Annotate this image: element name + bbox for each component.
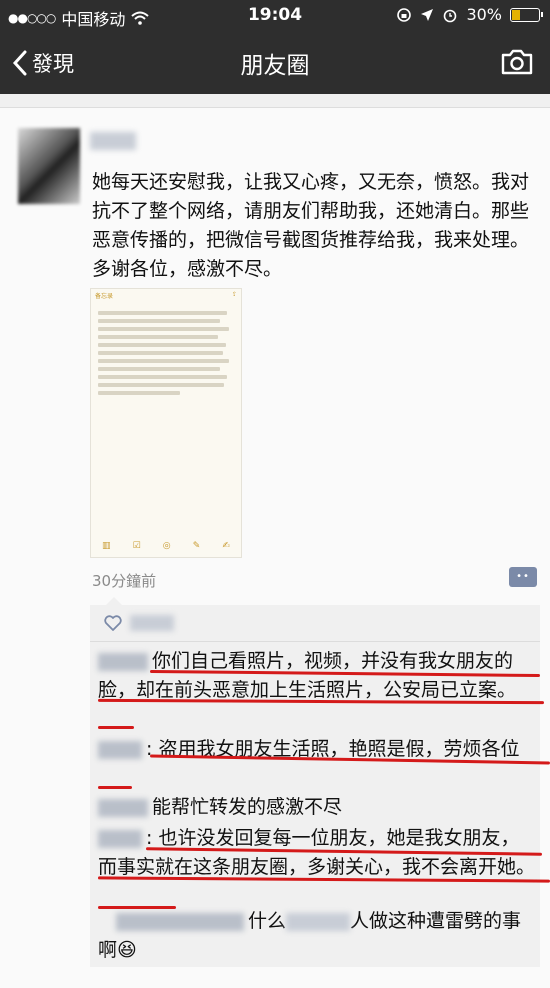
image-header: 备忘录 ⇪ [91, 289, 241, 303]
page-title: 朋友圈 [240, 53, 310, 79]
post-image[interactable]: 备忘录 ⇪ ▥ ☑ ◎ ✎ ✍ [90, 288, 242, 558]
post-timestamp: 30分鐘前 [92, 572, 157, 590]
image-back-label: 备忘录 [95, 293, 114, 300]
commenter-name-blurred[interactable] [98, 740, 142, 759]
grin-emoji-icon: 😆 [117, 939, 137, 961]
avatar[interactable] [18, 128, 80, 204]
checklist-icon: ☑ [132, 541, 141, 551]
photo-icon: ◎ [162, 541, 171, 551]
comments-box: 你们自己看照片，视频，并没有我女朋友的脸，却在前头恶意加上生活照片，公安局已立案… [90, 597, 540, 967]
blurred-word [286, 912, 351, 931]
moment-post: 她每天还安慰我，让我又心疼，又无奈，愤怒。我对抗不了整个网络，请朋友们帮助我，还… [0, 108, 550, 988]
likes-row [104, 615, 174, 631]
commenter-name-blurred[interactable] [98, 652, 148, 671]
red-underline [98, 906, 176, 909]
comment-item[interactable]: 能帮忙转发的感激不尽 [98, 793, 538, 822]
compose-icon: ✍ [222, 541, 230, 551]
heart-icon [104, 615, 122, 631]
post-text: 她每天还安慰我，让我又心疼，又无奈，愤怒。我对抗不了整个网络，请朋友们帮助我，还… [92, 171, 530, 280]
rotation-lock-icon [397, 7, 412, 22]
status-bar: ●●○○○ 中国移动 19:04 30% [0, 0, 550, 30]
comment-text-a: 什么 [248, 910, 287, 932]
pen-icon: ✎ [192, 541, 201, 551]
alarm-icon [444, 9, 457, 22]
likes-divider [90, 641, 540, 642]
red-underline [98, 726, 134, 729]
image-text-lines [91, 303, 241, 407]
red-underline [98, 786, 132, 789]
status-right: 30% [396, 5, 543, 24]
image-toolbar: ▥ ☑ ◎ ✎ ✍ [91, 541, 241, 551]
commenter-name-blurred[interactable] [98, 829, 142, 848]
commenter-name-blurred[interactable] [98, 798, 148, 817]
comment-item[interactable]: 什么 人做这种遭雷劈的事啊😆 [98, 907, 538, 965]
location-icon [421, 8, 434, 21]
feed-separator [0, 94, 550, 108]
nav-bar: 發現 朋友圈 [0, 30, 550, 94]
camera-button[interactable] [500, 48, 534, 80]
comment-action-button[interactable]: •• [509, 567, 537, 587]
camera-icon [501, 49, 533, 75]
battery-icon [510, 7, 543, 22]
author-name-blurred[interactable] [90, 132, 136, 150]
battery-percent: 30% [466, 5, 502, 24]
commenter-name-blurred[interactable] [116, 912, 244, 931]
comment-text: 能帮忙转发的感激不尽 [152, 796, 343, 818]
liker-name-blurred[interactable] [130, 615, 174, 631]
trash-icon: ▥ [102, 541, 111, 551]
share-icon: ⇪ [231, 291, 237, 298]
